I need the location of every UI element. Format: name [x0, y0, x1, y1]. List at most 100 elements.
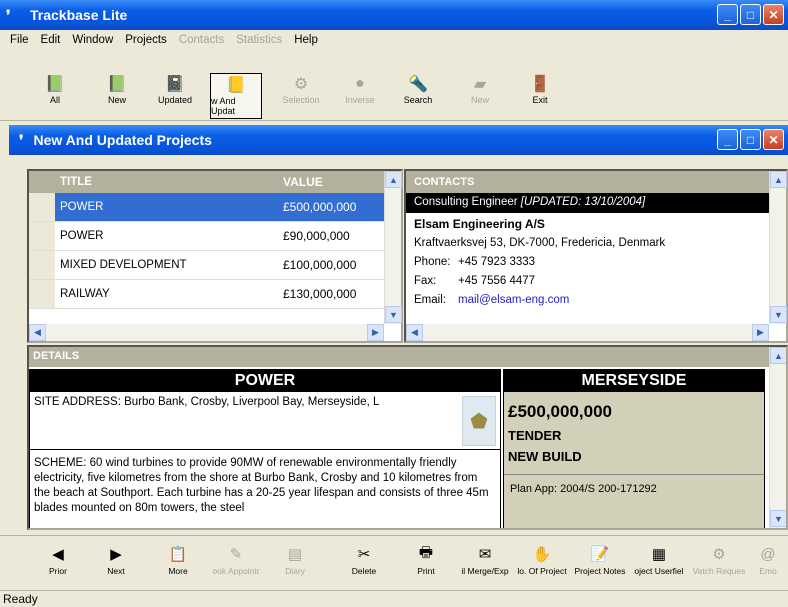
- contacts-header: CONTACTS: [406, 171, 786, 193]
- menu-statistics[interactable]: Statistics: [230, 34, 288, 46]
- scroll-up-icon[interactable]: ▲: [770, 347, 786, 364]
- arrow-right-icon: ▶: [110, 546, 122, 563]
- contacts-panel: CONTACTS Consulting Engineer [UPDATED: 1…: [404, 169, 788, 343]
- menu-projects[interactable]: Projects: [119, 34, 173, 46]
- menu-window[interactable]: Window: [66, 34, 119, 46]
- watch-request-button[interactable]: ⚙ Vatch Reques: [689, 542, 749, 588]
- tool-selection[interactable]: ⚙ Selection: [278, 73, 324, 119]
- watch-icon: ⚙: [712, 546, 726, 563]
- scroll-up-icon[interactable]: ▲: [770, 171, 787, 188]
- book-appointment-button[interactable]: ✎ ook Appointr: [210, 542, 262, 588]
- child-close-button[interactable]: ✕: [763, 129, 784, 150]
- app-icon: ❜: [6, 7, 11, 23]
- scroll-right-icon[interactable]: ▶: [367, 324, 384, 341]
- diary-icon: ▤: [287, 546, 303, 563]
- projects-window: ❜ New And Updated Projects _ □ ✕ TITLE V…: [9, 125, 788, 530]
- contact-phone: +45 7923 3333: [458, 256, 536, 268]
- table-row[interactable]: POWER £500,000,000: [29, 193, 401, 222]
- action-bar: ◀ Prior ▶ Next 📋 More ✎ ook Appointr ▤ Diary …: [0, 535, 788, 589]
- contact-company: Elsam Engineering A/S: [414, 217, 545, 231]
- prior-button[interactable]: ◀ Prior: [38, 542, 78, 588]
- plan-app: Plan App: 2004/S 200-171292: [504, 474, 764, 503]
- table-row[interactable]: POWER £90,000,000: [29, 222, 401, 251]
- delete-button[interactable]: ✂ Delete: [342, 542, 386, 588]
- col-title-header[interactable]: TITLE: [55, 176, 279, 188]
- no-of-projects-button[interactable]: ✋ lo. Of Project: [513, 542, 571, 588]
- email-button[interactable]: @ Emo: [750, 542, 786, 588]
- selection-icon: ⚙: [293, 76, 309, 93]
- menu-help[interactable]: Help: [288, 34, 324, 46]
- contact-email-link[interactable]: mail@elsam-eng.com: [458, 294, 569, 306]
- contacts-vscroll[interactable]: ▲ ▼: [769, 171, 787, 324]
- details-panel: DETAILS POWER SITE ADDRESS: Burbo Bank, …: [27, 345, 788, 530]
- inverse-icon: ●: [355, 75, 365, 92]
- project-notes-button[interactable]: 📝 Project Notes: [571, 542, 629, 588]
- project-type: NEW BUILD: [508, 449, 582, 464]
- scroll-down-icon[interactable]: ▼: [770, 510, 786, 527]
- maximize-button[interactable]: □: [740, 4, 761, 25]
- child-maximize-button[interactable]: □: [740, 129, 761, 150]
- details-header: DETAILS: [29, 347, 786, 367]
- more-button[interactable]: 📋 More: [158, 542, 198, 588]
- tool-new-and-updated[interactable]: 📒 w And Updat: [210, 73, 262, 119]
- project-userfield-button[interactable]: ▦ oject Userfiel: [629, 542, 689, 588]
- menu-contacts[interactable]: Contacts: [173, 34, 230, 46]
- arrow-left-icon: ◀: [52, 546, 64, 563]
- scroll-down-icon[interactable]: ▼: [385, 306, 402, 323]
- printer-icon: 🖶: [418, 543, 434, 561]
- folder-updated-icon: 📓: [165, 76, 185, 93]
- mail-merge-button[interactable]: ✉ il Merge/Exp: [457, 542, 513, 588]
- app-title: Trackbase Lite: [30, 7, 128, 23]
- toolbar: 📗 All 📗 New 📓 Updated 📒 w And Updat ⚙ Selecti…: [0, 49, 788, 121]
- search-icon: 🔦: [408, 76, 428, 93]
- status-bar: Ready: [0, 590, 788, 607]
- contact-fax: +45 7556 4477: [458, 275, 536, 287]
- projects-count-icon: ✋: [532, 546, 552, 563]
- scroll-left-icon[interactable]: ◀: [29, 324, 46, 341]
- col-value-header[interactable]: VALUE: [279, 175, 379, 189]
- menu-file[interactable]: File: [4, 34, 35, 46]
- details-left: POWER SITE ADDRESS: Burbo Bank, Crosby, …: [29, 369, 501, 528]
- projects-hscroll[interactable]: ◀ ▶: [29, 324, 384, 341]
- minimize-button[interactable]: _: [717, 4, 738, 25]
- folder-new-updated-icon: 📒: [226, 77, 246, 94]
- next-button[interactable]: ▶ Next: [96, 542, 136, 588]
- folder-all-icon: 📗: [45, 76, 65, 93]
- table-row[interactable]: MIXED DEVELOPMENT £100,000,000: [29, 251, 401, 280]
- tool-all[interactable]: 📗 All: [35, 73, 75, 119]
- delete-icon: ✂: [357, 546, 371, 563]
- tool-new[interactable]: 📗 New: [95, 73, 139, 119]
- new-doc-icon: ▰: [473, 76, 487, 93]
- notes-icon: 📝: [590, 546, 610, 563]
- child-minimize-button[interactable]: _: [717, 129, 738, 150]
- menu-edit[interactable]: Edit: [35, 34, 67, 46]
- project-stage: TENDER: [508, 428, 562, 443]
- tool-inverse[interactable]: ● Inverse: [338, 73, 382, 119]
- scroll-down-icon[interactable]: ▼: [770, 306, 787, 323]
- scroll-left-icon[interactable]: ◀: [406, 324, 423, 341]
- mail-merge-icon: ✉: [478, 546, 492, 563]
- userfield-icon: ▦: [651, 546, 667, 563]
- child-title-bar: ❜ New And Updated Projects _ □ ✕: [9, 125, 788, 155]
- tool-new-doc[interactable]: ▰ New: [458, 73, 502, 119]
- menu-bar: File Edit Window Projects Contacts Stati…: [0, 30, 788, 49]
- scroll-right-icon[interactable]: ▶: [752, 324, 769, 341]
- close-button[interactable]: ✕: [763, 4, 784, 25]
- print-button[interactable]: 🖶 Print: [406, 542, 446, 588]
- projects-vscroll[interactable]: ▲ ▼: [384, 171, 402, 324]
- summary-block: £500,000,000 TENDER NEW BUILD: [504, 392, 764, 470]
- details-vscroll[interactable]: ▲ ▼: [769, 347, 786, 528]
- tool-updated[interactable]: 📓 Updated: [152, 73, 198, 119]
- appointment-icon: ✎: [229, 546, 243, 563]
- tool-search[interactable]: 🔦 Search: [396, 73, 440, 119]
- projects-header: TITLE VALUE: [29, 171, 401, 193]
- site-address: SITE ADDRESS: Burbo Bank, Crosby, Liverp…: [34, 396, 380, 408]
- tool-exit[interactable]: 🚪 Exit: [518, 73, 562, 119]
- table-row[interactable]: RAILWAY £130,000,000: [29, 280, 401, 309]
- scroll-up-icon[interactable]: ▲: [385, 171, 402, 188]
- diary-button[interactable]: ▤ Diary: [275, 542, 315, 588]
- contact-details: Elsam Engineering A/S Kraftvaerksvej 53,…: [406, 213, 786, 312]
- projects-list: TITLE VALUE POWER £500,000,000 POWER £90,0…: [27, 169, 403, 343]
- contacts-hscroll[interactable]: ◀ ▶: [406, 324, 769, 341]
- more-icon: 📋: [168, 546, 188, 563]
